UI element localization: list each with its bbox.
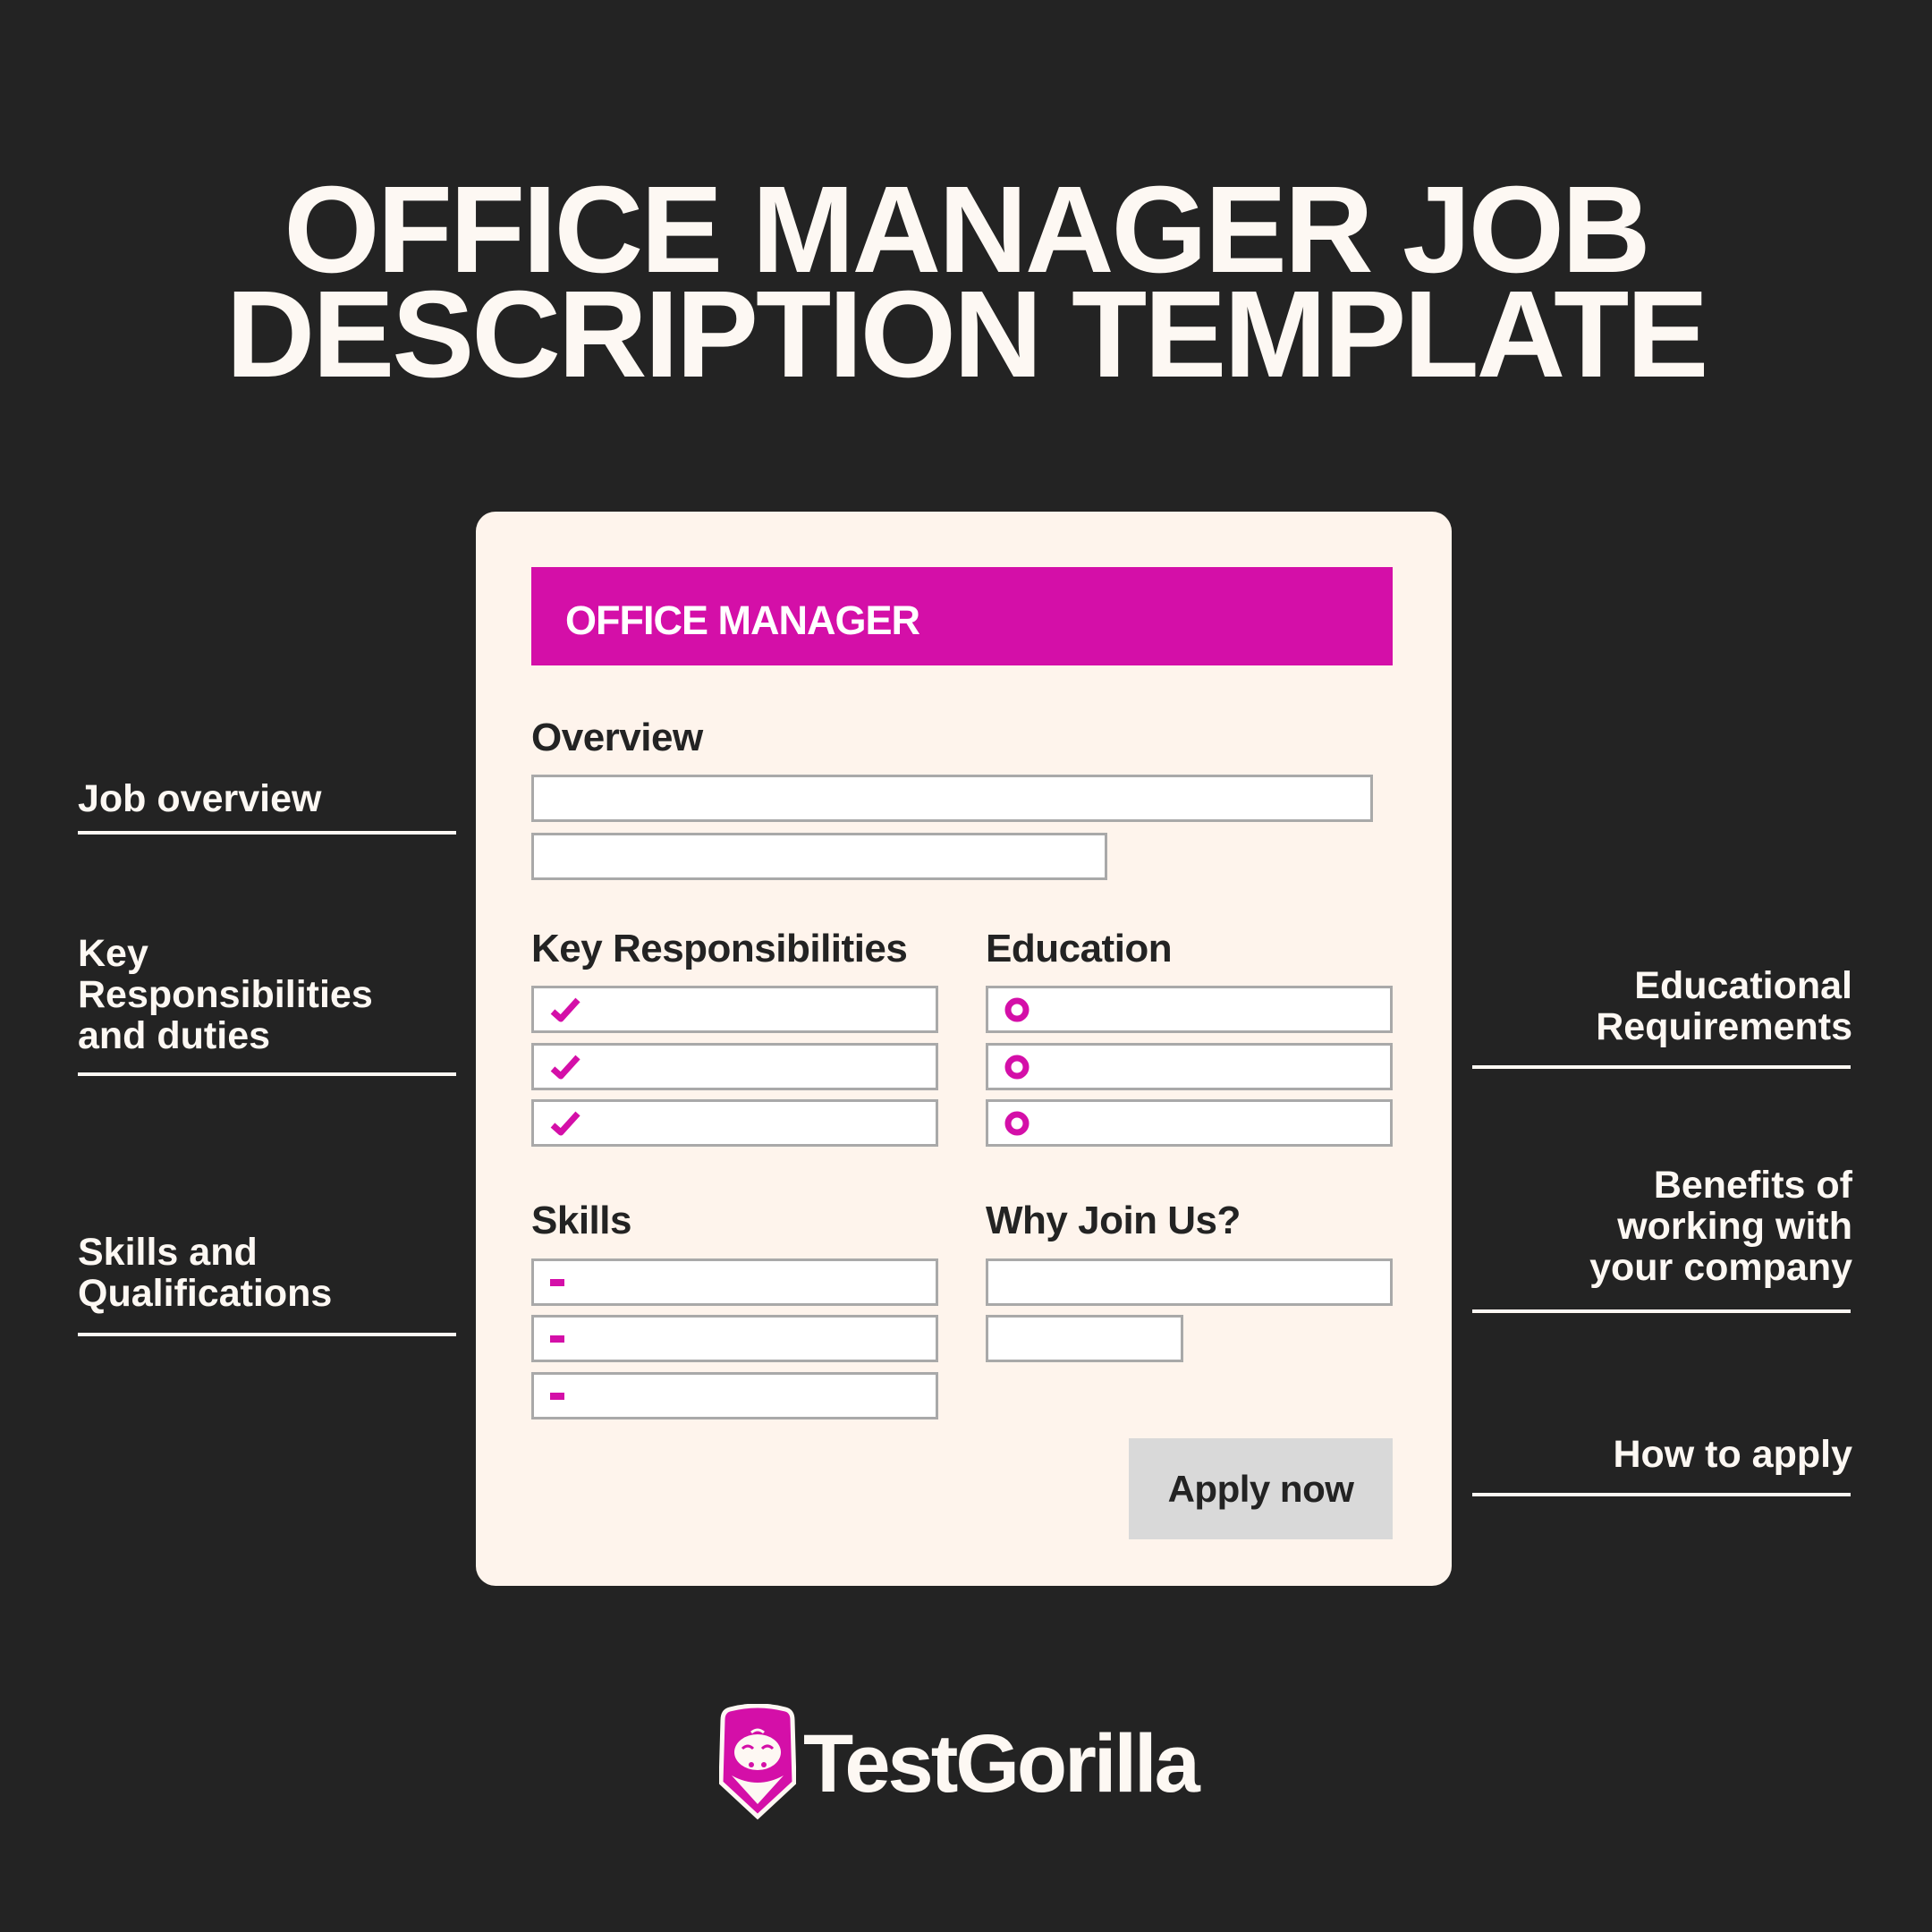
skill-field[interactable] <box>531 1258 938 1306</box>
why-join-heading: Why Join Us? <box>986 1199 1241 1242</box>
annotation-job-overview: Job overview <box>78 777 322 820</box>
overview-heading: Overview <box>531 716 703 759</box>
divider <box>78 1072 456 1076</box>
checkmark-icon <box>550 997 580 1021</box>
responsibility-field[interactable] <box>531 1099 938 1147</box>
dash-icon <box>550 1278 564 1286</box>
brand-name: TestGorilla <box>803 1718 1200 1809</box>
education-heading: Education <box>986 927 1173 970</box>
skills-heading: Skills <box>531 1199 631 1242</box>
ring-icon <box>1004 1111 1030 1135</box>
ring-icon <box>1004 997 1030 1021</box>
dash-icon <box>550 1335 564 1343</box>
divider <box>1472 1065 1851 1069</box>
checkmark-icon <box>550 1111 580 1135</box>
checkmark-icon <box>550 1055 580 1079</box>
divider <box>78 1333 456 1336</box>
annotation-skills: Skills and Qualifications <box>78 1231 333 1315</box>
annotation-benefits: Benefits of working with your company <box>1589 1164 1852 1289</box>
overview-field-1[interactable] <box>531 775 1373 822</box>
divider <box>1472 1309 1851 1313</box>
page-title-line-2: DESCRIPTION TEMPLATE <box>225 266 1709 403</box>
education-field[interactable] <box>986 986 1393 1033</box>
responsibility-field[interactable] <box>531 986 938 1033</box>
overview-field-2[interactable] <box>531 833 1107 880</box>
job-title-banner: OFFICE MANAGER <box>531 567 1393 665</box>
education-field[interactable] <box>986 1043 1393 1090</box>
responsibility-field[interactable] <box>531 1043 938 1090</box>
education-field[interactable] <box>986 1099 1393 1147</box>
skill-field[interactable] <box>531 1315 938 1362</box>
annotation-how-to-apply: How to apply <box>1613 1433 1852 1476</box>
job-title: OFFICE MANAGER <box>565 597 920 643</box>
annotation-responsibilities: Key Responsibilities and duties <box>78 932 373 1057</box>
ring-icon <box>1004 1055 1030 1079</box>
job-description-card: OFFICE MANAGER Overview Key Responsibili… <box>476 512 1452 1586</box>
divider <box>1472 1493 1851 1496</box>
skill-field[interactable] <box>531 1372 938 1419</box>
annotation-education: Educational Requirements <box>1596 964 1852 1048</box>
why-join-field-1[interactable] <box>986 1258 1393 1306</box>
responsibilities-heading: Key Responsibilities <box>531 927 908 970</box>
dash-icon <box>550 1392 564 1400</box>
apply-now-button[interactable]: Apply now <box>1129 1438 1393 1539</box>
gorilla-logo-icon <box>719 1704 796 1820</box>
why-join-field-2[interactable] <box>986 1315 1183 1362</box>
divider <box>78 831 456 835</box>
